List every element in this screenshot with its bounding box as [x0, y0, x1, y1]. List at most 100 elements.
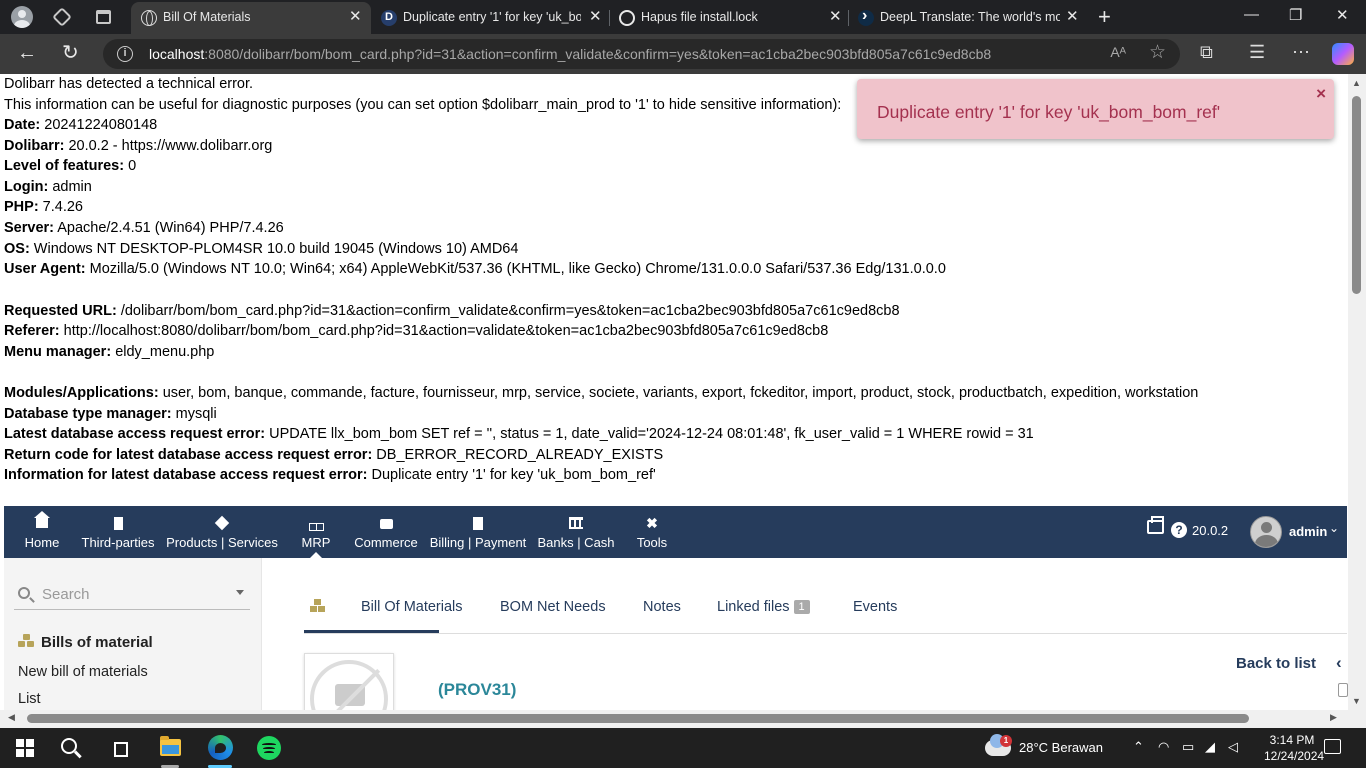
- settings-more-icon[interactable]: ⋯: [1292, 42, 1310, 63]
- tab-title: Duplicate entry '1' for key 'uk_bom: [403, 10, 581, 24]
- network-icon[interactable]: ◢: [1205, 739, 1215, 755]
- menu-mrp[interactable]: MRP: [298, 506, 334, 558]
- error-header: Dolibarr has detected a technical error.: [4, 76, 254, 92]
- dolibarr-top-menu: Home Third-parties Products | Services M…: [4, 506, 1347, 558]
- url-host: localhost: [149, 46, 205, 62]
- favorite-star-icon[interactable]: ☆: [1149, 41, 1166, 64]
- printer-icon[interactable]: [1147, 516, 1164, 534]
- help-icon[interactable]: ?: [1171, 522, 1187, 538]
- error-field-referer: Referer: http://localhost:8080/dolibarr/…: [4, 323, 829, 339]
- tray-chevron-up-icon[interactable]: ⌃: [1133, 739, 1144, 755]
- notification-icon[interactable]: [1324, 739, 1341, 754]
- read-aloud-icon[interactable]: Aᴬ: [1110, 44, 1126, 60]
- favorites-icon[interactable]: ☰: [1249, 42, 1265, 63]
- scroll-right-arrow-icon[interactable]: ▶: [1330, 712, 1337, 723]
- object-photo-placeholder: [304, 653, 394, 710]
- tab-bom-net-needs[interactable]: BOM Net Needs: [500, 599, 606, 615]
- weather-text[interactable]: 28°C Berawan: [1019, 740, 1103, 755]
- toast-close-icon[interactable]: ×: [1316, 84, 1326, 104]
- error-field-dolibarr: Dolibarr: 20.0.2 - https://www.dolibarr.…: [4, 138, 273, 154]
- edge-browser-icon[interactable]: [208, 735, 233, 760]
- close-tab-icon[interactable]: ✕: [349, 8, 362, 26]
- refresh-icon[interactable]: ↻: [62, 41, 79, 65]
- chevron-down-icon[interactable]: ⌄: [1329, 521, 1339, 535]
- vertical-scrollbar[interactable]: ▲ ▼: [1348, 74, 1366, 710]
- horizontal-scroll-thumb[interactable]: [27, 714, 1249, 723]
- scroll-down-arrow-icon[interactable]: ▼: [1352, 696, 1361, 706]
- wifi-icon[interactable]: ◠: [1158, 739, 1169, 755]
- menu-third-parties[interactable]: Third-parties: [80, 506, 156, 558]
- tab-actions-icon[interactable]: [91, 5, 115, 29]
- menu-banks-cash[interactable]: Banks | Cash: [537, 506, 615, 558]
- url-path: :8080/dolibarr/bom/bom_card.php?id=31&ac…: [204, 46, 992, 62]
- left-panel-title[interactable]: Bills of material: [18, 634, 153, 651]
- menu-home[interactable]: Home: [24, 506, 60, 558]
- address-bar[interactable]: i localhost:8080/dolibarr/bom/bom_card.p…: [103, 39, 1180, 69]
- search-input[interactable]: Search: [14, 582, 250, 610]
- left-item-new-bom[interactable]: New bill of materials: [18, 664, 148, 680]
- file-explorer-icon[interactable]: [160, 736, 181, 756]
- tab-bill-of-materials-card[interactable]: Bill Of Materials: [361, 599, 463, 615]
- restore-button[interactable]: ❐: [1289, 6, 1302, 24]
- spotify-icon[interactable]: [257, 736, 281, 760]
- scroll-left-arrow-icon[interactable]: ◀: [8, 712, 15, 723]
- new-tab-button[interactable]: +: [1098, 4, 1111, 30]
- cubes-icon: [310, 599, 325, 613]
- tab-title: DeepL Translate: The world's most: [880, 10, 1060, 24]
- close-tab-icon[interactable]: ✕: [1066, 8, 1079, 26]
- volume-icon[interactable]: ◁: [1228, 739, 1238, 755]
- clock[interactable]: 3:14 PM 12/24/2024: [1264, 732, 1324, 764]
- page-viewport: Dolibarr has detected a technical error.…: [0, 74, 1348, 710]
- menu-billing-payment[interactable]: Billing | Payment: [429, 506, 527, 558]
- close-tab-icon[interactable]: ✕: [829, 8, 842, 26]
- tab-deepl[interactable]: DeepL Translate: The world's most ✕: [848, 2, 1086, 34]
- object-tab-bar: Bill Of Materials BOM Net Needs Notes Li…: [304, 558, 1347, 634]
- scrollbar-corner: [1348, 710, 1366, 728]
- url-text[interactable]: localhost:8080/dolibarr/bom/bom_card.php…: [149, 46, 991, 62]
- horizontal-scrollbar[interactable]: ◀ ▶: [0, 710, 1348, 728]
- back-to-list-link[interactable]: Back to list: [1236, 655, 1316, 672]
- briefcase-icon: [379, 519, 393, 529]
- menu-commerce[interactable]: Commerce: [352, 506, 420, 558]
- tab-hapus-file[interactable]: Hapus file install.lock ✕: [609, 2, 847, 34]
- error-field-modules: Modules/Applications: user, bom, banque,…: [4, 385, 1199, 401]
- avatar[interactable]: [1250, 516, 1282, 548]
- active-tab-underline: [304, 630, 439, 633]
- extensions-icon[interactable]: ⧉: [1200, 42, 1213, 63]
- tab-events[interactable]: Events: [853, 599, 897, 615]
- error-field-php: PHP: 7.4.26: [4, 199, 83, 215]
- pin-icon[interactable]: [1338, 683, 1348, 697]
- task-view-icon[interactable]: [111, 740, 128, 757]
- left-item-list[interactable]: List: [18, 691, 41, 707]
- profile-icon[interactable]: [10, 5, 34, 29]
- close-window-button[interactable]: ✕: [1336, 6, 1349, 24]
- search-placeholder: Search: [42, 586, 90, 603]
- tab-notes[interactable]: Notes: [643, 599, 681, 615]
- chevron-left-icon[interactable]: ‹: [1336, 653, 1342, 673]
- user-name[interactable]: admin: [1289, 524, 1327, 539]
- site-info-icon[interactable]: i: [117, 46, 133, 62]
- tab-bill-of-materials[interactable]: Bill Of Materials ✕: [131, 2, 371, 34]
- taskbar-search-icon[interactable]: [61, 738, 77, 754]
- main-content: Bill Of Materials BOM Net Needs Notes Li…: [262, 558, 1348, 710]
- menu-tools[interactable]: ✖ Tools: [632, 506, 672, 558]
- workspaces-icon[interactable]: [50, 5, 74, 29]
- browser-tab-strip: Bill Of Materials ✕ Duplicate entry '1' …: [0, 0, 1366, 34]
- tab-duplicate-entry[interactable]: Duplicate entry '1' for key 'uk_bom ✕: [371, 2, 609, 34]
- tab-linked-files[interactable]: Linked files 1: [717, 599, 810, 615]
- vertical-scroll-thumb[interactable]: [1352, 96, 1361, 294]
- windows-start-icon[interactable]: [16, 739, 34, 757]
- error-field-server: Server: Apache/2.4.51 (Win64) PHP/7.4.26: [4, 220, 284, 236]
- scroll-up-arrow-icon[interactable]: ▲: [1352, 78, 1361, 88]
- cubes-icon: [18, 634, 35, 648]
- minimize-button[interactable]: —: [1244, 6, 1259, 23]
- error-field-user-agent: User Agent: Mozilla/5.0 (Windows NT 10.0…: [4, 261, 946, 277]
- copilot-icon[interactable]: [1332, 43, 1354, 65]
- close-tab-icon[interactable]: ✕: [589, 8, 602, 26]
- battery-icon[interactable]: ▭: [1182, 739, 1194, 755]
- back-arrow-icon[interactable]: ←: [17, 41, 37, 65]
- menu-products-services[interactable]: Products | Services: [166, 506, 278, 558]
- dropdown-arrow-icon[interactable]: [236, 590, 244, 595]
- toast-message: Duplicate entry '1' for key 'uk_bom_bom_…: [877, 102, 1221, 122]
- cube-icon: [214, 515, 230, 531]
